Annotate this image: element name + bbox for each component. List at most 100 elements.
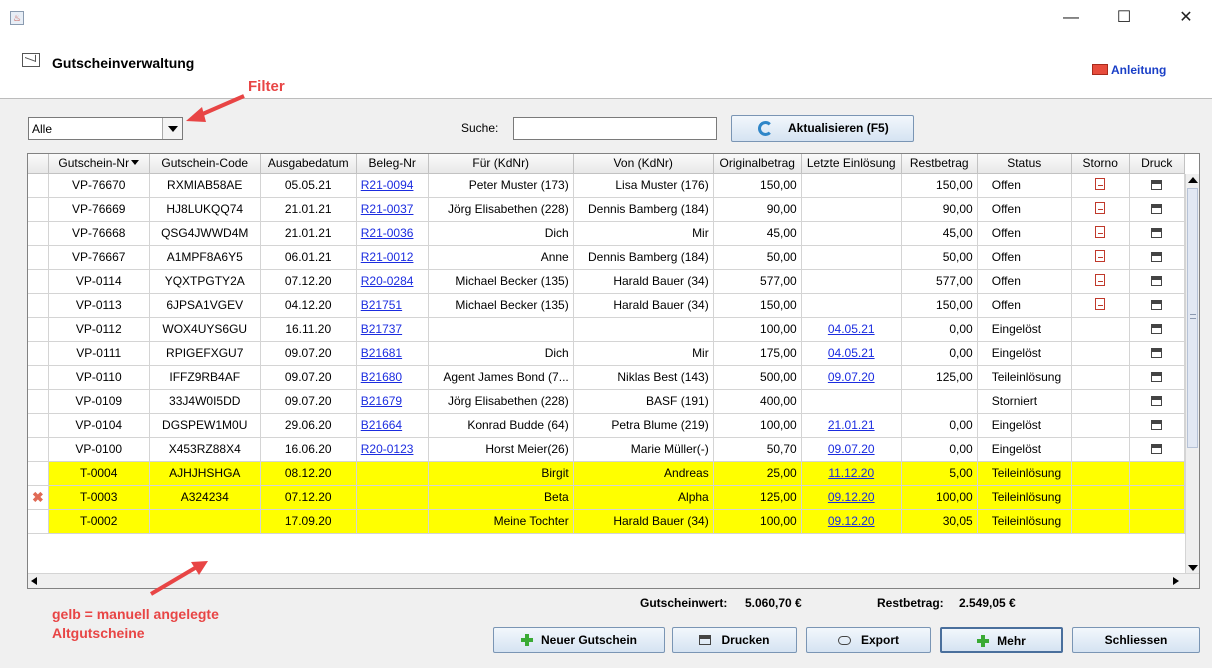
more-button[interactable]: Mehr [940, 627, 1063, 653]
table-row[interactable]: VP-0100 X453RZ88X4 16.06.20 R20-0123 Horst M… [28, 437, 1185, 462]
printer-icon[interactable] [1151, 324, 1163, 334]
cell-storno[interactable] [1071, 293, 1130, 318]
scroll-right-icon[interactable] [1173, 577, 1179, 585]
column-header-last-redemption[interactable]: Letzte Einlösung [801, 154, 902, 174]
guide-link[interactable]: Anleitung [1092, 63, 1166, 77]
cell-beleg-text[interactable]: R21-0037 [361, 202, 414, 216]
table-row[interactable]: VP-76668 QSG4JWWD4M 21.01.21 R21-0036 Dich Mi… [28, 221, 1185, 246]
cell-print[interactable] [1129, 341, 1185, 366]
cell-einl[interactable]: 21.01.21 [801, 413, 902, 438]
scroll-left-icon[interactable] [31, 577, 37, 585]
column-header-from[interactable]: Von (KdNr) [573, 154, 714, 174]
cell-einl-text[interactable]: 04.05.21 [828, 322, 875, 336]
printer-icon[interactable] [1151, 372, 1163, 382]
cell-print[interactable] [1129, 437, 1185, 462]
filter-dropdown[interactable]: Alle [28, 117, 183, 140]
cell-print[interactable] [1129, 173, 1185, 198]
cell-einl[interactable]: 09.12.20 [801, 485, 902, 510]
table-row[interactable]: VP-0111 RPIGEFXGU7 09.07.20 B21681 Dich Mir 17… [28, 341, 1185, 366]
cell-beleg[interactable]: R21-0036 [356, 221, 429, 246]
print-button[interactable]: Drucken [672, 627, 797, 653]
table-row[interactable]: VP-0113 6JPSA1VGEV 04.12.20 B21751 Michael B… [28, 293, 1185, 318]
cell-beleg-text[interactable]: B21664 [361, 418, 402, 432]
cell-beleg[interactable]: B21751 [356, 293, 429, 318]
column-header-status[interactable]: Status [977, 154, 1072, 174]
cell-einl[interactable]: 09.12.20 [801, 509, 902, 534]
table-row[interactable]: VP-0110 IFFZ9RB4AF 09.07.20 B21680 Agent Jam… [28, 365, 1185, 390]
cell-print[interactable] [1129, 317, 1185, 342]
printer-icon[interactable] [1151, 348, 1163, 358]
cell-beleg-text[interactable]: R20-0123 [361, 442, 414, 456]
column-header-print[interactable]: Druck [1129, 154, 1185, 174]
cell-print[interactable] [1129, 245, 1185, 270]
cell-beleg-text[interactable]: B21681 [361, 346, 402, 360]
column-header-storno[interactable]: Storno [1071, 154, 1130, 174]
new-voucher-button[interactable]: Neuer Gutschein [493, 627, 665, 653]
column-header-code[interactable]: Gutschein-Code [149, 154, 261, 174]
cell-einl-text[interactable]: 09.07.20 [828, 370, 875, 384]
cell-einl-text[interactable]: 09.12.20 [828, 514, 875, 528]
table-row[interactable]: VP-76670 RXMIAB58AE 05.05.21 R21-0094 Peter … [28, 173, 1185, 198]
cell-print[interactable] [1129, 293, 1185, 318]
cancel-document-icon[interactable] [1095, 297, 1106, 310]
cell-storno[interactable] [1071, 173, 1130, 198]
printer-icon[interactable] [1151, 300, 1163, 310]
cell-storno[interactable] [1071, 197, 1130, 222]
table-row[interactable]: VP-76669 HJ8LUKQQ74 21.01.21 R21-0037 Jörg E… [28, 197, 1185, 222]
cell-beleg-text[interactable]: B21680 [361, 370, 402, 384]
cell-beleg-text[interactable]: R21-0094 [361, 178, 414, 192]
printer-icon[interactable] [1151, 204, 1163, 214]
cell-beleg[interactable]: R20-0284 [356, 269, 429, 294]
cell-einl-text[interactable]: 21.01.21 [828, 418, 875, 432]
cell-beleg-text[interactable]: R20-0284 [361, 274, 414, 288]
cell-beleg-text[interactable]: B21679 [361, 394, 402, 408]
table-row[interactable]: VP-0104 DGSPEW1M0U 29.06.20 B21664 Konrad Bu… [28, 413, 1185, 438]
cancel-document-icon[interactable] [1095, 201, 1106, 214]
refresh-button[interactable]: Aktualisieren (F5) [731, 115, 914, 142]
table-row[interactable]: T-0004 AJHJHSHGA 08.12.20 Birgit Andreas 25,0… [28, 461, 1185, 486]
table-row[interactable]: ✖ T-0003 A324234 07.12.20 Beta Alpha 125,00 09.… [28, 485, 1185, 510]
column-header-original[interactable]: Originalbetrag [713, 154, 802, 174]
column-header-receipt[interactable]: Beleg-Nr [356, 154, 429, 174]
printer-icon[interactable] [1151, 180, 1163, 190]
cell-beleg[interactable]: B21681 [356, 341, 429, 366]
cell-einl[interactable]: 09.07.20 [801, 437, 902, 462]
cell-einl-text[interactable]: 11.12.20 [828, 466, 874, 480]
delete-mark-icon[interactable]: ✖ [32, 489, 44, 505]
scroll-down-icon[interactable] [1188, 565, 1198, 571]
chevron-down-icon[interactable] [162, 118, 182, 139]
cell-beleg[interactable]: R21-0037 [356, 197, 429, 222]
cell-beleg[interactable]: R21-0012 [356, 245, 429, 270]
column-header-date[interactable]: Ausgabedatum [260, 154, 357, 174]
cell-beleg[interactable]: B21737 [356, 317, 429, 342]
table-row[interactable]: VP-0109 33J4W0I5DD 09.07.20 B21679 Jörg Elis… [28, 389, 1185, 414]
search-input[interactable] [513, 117, 717, 140]
cell-print[interactable] [1129, 413, 1185, 438]
cell-beleg[interactable]: R20-0123 [356, 437, 429, 462]
table-row[interactable]: VP-76667 A1MPF8A6Y5 06.01.21 R21-0012 Anne De… [28, 245, 1185, 270]
cell-storno[interactable] [1071, 269, 1130, 294]
printer-icon[interactable] [1151, 444, 1163, 454]
cell-einl-text[interactable]: 09.07.20 [828, 442, 875, 456]
cell-beleg[interactable]: B21679 [356, 389, 429, 414]
table-row[interactable]: T-0002 17.09.20 Meine Tochter Harald Bauer … [28, 509, 1185, 534]
column-header-nr[interactable]: Gutschein-Nr [48, 154, 150, 174]
column-header-for[interactable]: Für (KdNr) [428, 154, 574, 174]
cell-beleg-text[interactable]: R21-0036 [361, 226, 414, 240]
scroll-up-icon[interactable] [1188, 177, 1198, 183]
cell-beleg[interactable]: B21680 [356, 365, 429, 390]
cell-print[interactable] [1129, 221, 1185, 246]
cell-beleg[interactable]: R21-0094 [356, 173, 429, 198]
cancel-document-icon[interactable] [1095, 249, 1106, 262]
cell-einl[interactable]: 11.12.20 [801, 461, 902, 486]
cell-einl-text[interactable]: 09.12.20 [828, 490, 875, 504]
printer-icon[interactable] [1151, 396, 1163, 406]
cell-print[interactable] [1129, 389, 1185, 414]
cancel-document-icon[interactable] [1095, 273, 1106, 286]
cell-einl-text[interactable]: 04.05.21 [828, 346, 875, 360]
cell-print[interactable] [1129, 365, 1185, 390]
cancel-document-icon[interactable] [1095, 177, 1106, 190]
cell-print[interactable] [1129, 269, 1185, 294]
cell-beleg-text[interactable]: B21737 [361, 322, 402, 336]
cell-einl[interactable]: 04.05.21 [801, 341, 902, 366]
